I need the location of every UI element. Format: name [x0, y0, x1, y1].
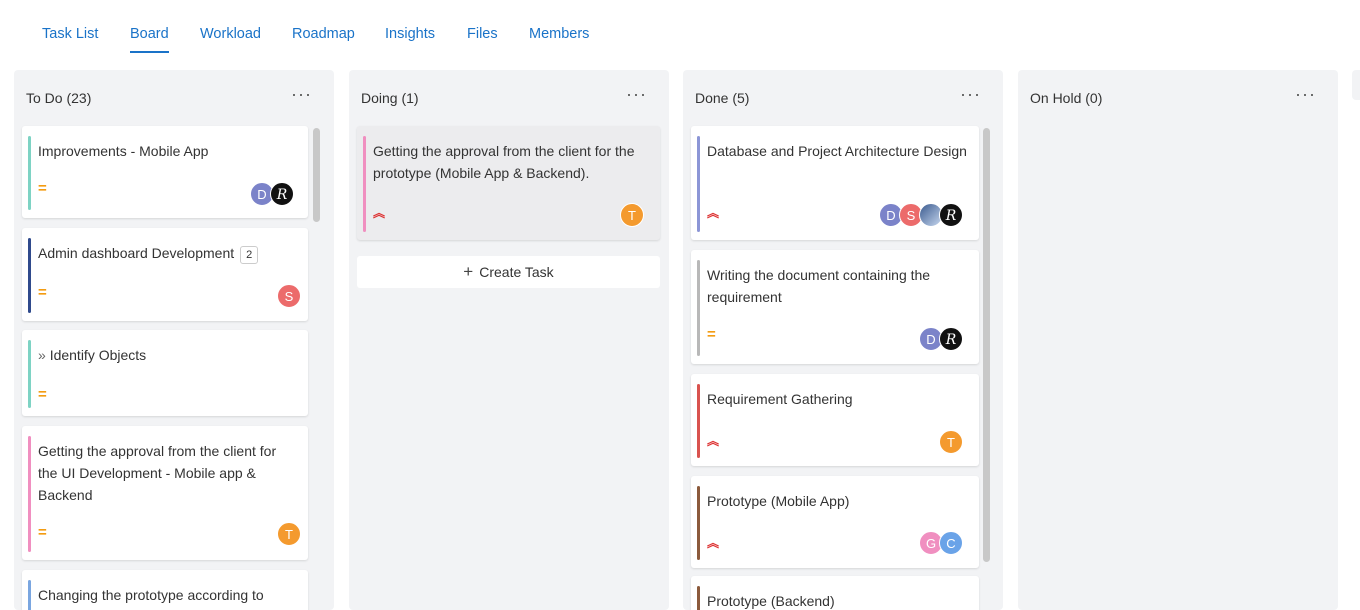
double-chevron-up-icon: ︽ [707, 536, 720, 550]
plus-icon: + [463, 262, 474, 281]
task-title: Writing the document containing the requ… [707, 267, 931, 305]
column-on-hold: On Hold (0) ··· [1018, 70, 1338, 610]
column-title: Done (5) [695, 90, 750, 106]
tab-workload[interactable]: Workload [200, 26, 261, 42]
task-card[interactable]: Requirement Gathering ︽ T [691, 374, 979, 466]
task-title: Changing the prototype according to [38, 587, 264, 603]
task-card[interactable]: » Identify Objects = [22, 330, 308, 416]
project-tabs: Task List Board Workload Roadmap Insight… [0, 0, 1360, 62]
tab-files[interactable]: Files [467, 26, 498, 42]
color-bar [28, 136, 31, 210]
avatar[interactable]: R [939, 203, 963, 227]
column-scrollbar[interactable] [983, 128, 990, 562]
task-title: Getting the approval from the client for… [38, 443, 277, 503]
equals-icon: = [38, 524, 47, 541]
task-card[interactable]: Database and Project Architecture Design… [691, 126, 979, 240]
avatar[interactable]: T [620, 203, 644, 227]
next-column-edge [1352, 70, 1360, 100]
color-bar [697, 486, 700, 560]
double-chevron-up-icon: ︽ [707, 206, 720, 220]
task-card[interactable]: Admin dashboard Development 2 = S [22, 228, 308, 321]
equals-icon: = [38, 180, 47, 197]
task-card[interactable]: Improvements - Mobile App = D R [22, 126, 308, 218]
color-bar [363, 136, 366, 232]
task-card[interactable]: Prototype (Backend) [691, 576, 979, 610]
avatar[interactable]: R [270, 182, 294, 206]
color-bar [697, 136, 700, 232]
task-title: Admin dashboard Development [38, 245, 235, 261]
task-title: Getting the approval from the client for… [373, 143, 635, 181]
task-title: Prototype (Backend) [707, 593, 835, 609]
task-title-row: Admin dashboard Development 2 [38, 242, 296, 264]
avatar[interactable]: T [277, 522, 301, 546]
color-bar [697, 260, 700, 356]
equals-icon: = [38, 386, 47, 403]
create-task-label: Create Task [479, 264, 554, 280]
tab-task-list[interactable]: Task List [42, 26, 98, 42]
equals-icon: = [38, 284, 47, 301]
more-options-icon[interactable]: ··· [626, 84, 647, 105]
column-title: Doing (1) [361, 90, 419, 106]
task-card[interactable]: Prototype (Mobile App) ︽ G C [691, 476, 979, 568]
color-bar [697, 586, 700, 610]
column-done: Done (5) ··· Database and Project Archit… [683, 70, 1003, 610]
color-bar [28, 340, 31, 408]
create-task-button[interactable]: + Create Task [357, 256, 660, 288]
column-title: On Hold (0) [1030, 90, 1103, 106]
avatar[interactable]: R [939, 327, 963, 351]
avatar[interactable]: S [277, 284, 301, 308]
tab-members[interactable]: Members [529, 26, 589, 42]
more-options-icon[interactable]: ··· [291, 84, 312, 105]
avatar[interactable]: T [939, 430, 963, 454]
tab-board[interactable]: Board [130, 26, 169, 53]
task-card[interactable]: Writing the document containing the requ… [691, 250, 979, 364]
color-bar [697, 384, 700, 458]
column-scrollbar[interactable] [313, 128, 320, 222]
task-title: Prototype (Mobile App) [707, 493, 850, 509]
double-chevron-right-icon: » [38, 347, 46, 363]
task-title-row: » Identify Objects [38, 344, 296, 366]
color-bar [28, 436, 31, 552]
double-chevron-up-icon: ︽ [707, 434, 720, 448]
task-title: Improvements - Mobile App [38, 143, 209, 159]
task-title: Requirement Gathering [707, 391, 853, 407]
task-card[interactable]: Getting the approval from the client for… [22, 426, 308, 560]
task-title: Identify Objects [49, 347, 147, 363]
color-bar [28, 580, 31, 610]
avatar[interactable]: C [939, 531, 963, 555]
column-doing: Doing (1) ··· Getting the approval from … [349, 70, 669, 610]
more-options-icon[interactable]: ··· [1295, 84, 1316, 105]
tab-insights[interactable]: Insights [385, 26, 435, 42]
color-bar [28, 238, 31, 313]
task-title: Database and Project Architecture Design [707, 143, 967, 159]
column-title: To Do (23) [26, 90, 92, 106]
tab-roadmap[interactable]: Roadmap [292, 26, 355, 42]
double-chevron-up-icon: ︽ [373, 206, 386, 220]
equals-icon: = [707, 326, 716, 343]
more-options-icon[interactable]: ··· [960, 84, 981, 105]
column-todo: To Do (23) ··· Improvements - Mobile App… [14, 70, 334, 610]
task-card[interactable]: Changing the prototype according to [22, 570, 308, 610]
task-card[interactable]: Getting the approval from the client for… [357, 126, 660, 240]
subtask-count-badge: 2 [240, 246, 259, 264]
